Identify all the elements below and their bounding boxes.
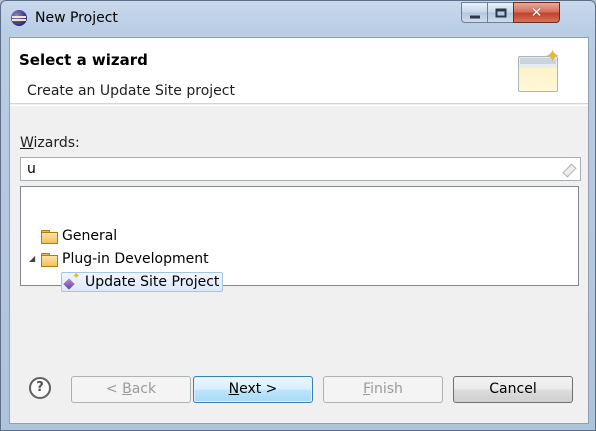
tree-item-general[interactable]: General	[41, 226, 117, 246]
window-title: New Project	[35, 10, 118, 26]
page-description: Create an Update Site project	[27, 83, 235, 99]
expanded-triangle-icon[interactable]: ◢	[29, 255, 37, 263]
wizard-filter-input[interactable]	[21, 158, 551, 180]
close-icon: ✕	[530, 4, 543, 21]
header-separator	[10, 105, 588, 106]
next-button[interactable]: Next >	[193, 376, 313, 403]
wizard-filter-field[interactable]	[20, 157, 581, 181]
back-button[interactable]: < Back	[71, 376, 191, 403]
folder-open-icon	[41, 253, 58, 267]
eclipse-app-icon	[11, 10, 27, 26]
folder-icon	[41, 230, 58, 244]
page-title: Select a wizard	[19, 51, 148, 69]
tree-item-plug-in-development[interactable]: ◢ Plug-in Development	[29, 249, 209, 269]
cancel-button[interactable]: Cancel	[453, 376, 573, 403]
dialog-window: New Project ✕ Select a wizard Create an …	[0, 0, 596, 431]
finish-button[interactable]: Finish	[323, 376, 443, 403]
minimize-button[interactable]	[461, 2, 488, 23]
tree-item-label: Plug-in Development	[62, 251, 209, 267]
maximize-button[interactable]	[487, 2, 514, 23]
title-bar[interactable]: New Project ✕	[1, 1, 595, 35]
wizards-label: Wizards:	[20, 135, 80, 151]
clear-filter-icon[interactable]	[561, 162, 575, 176]
tree-item-label: Update Site Project	[85, 274, 220, 290]
wizard-tree[interactable]: General ◢ Plug-in Development Update Sit…	[20, 186, 579, 292]
update-site-project-icon	[64, 271, 80, 289]
tree-item-update-site-project[interactable]: Update Site Project	[61, 271, 224, 292]
dialog-body: Select a wizard Create an Update Site pr…	[9, 37, 589, 424]
minimize-icon	[469, 15, 480, 18]
new-wizard-banner-icon: ✦	[518, 48, 562, 94]
maximize-icon	[495, 8, 506, 17]
help-button[interactable]: ?	[29, 377, 51, 399]
wizard-header: Select a wizard Create an Update Site pr…	[10, 38, 588, 104]
close-button[interactable]: ✕	[513, 2, 560, 23]
tree-item-label: General	[62, 228, 118, 244]
